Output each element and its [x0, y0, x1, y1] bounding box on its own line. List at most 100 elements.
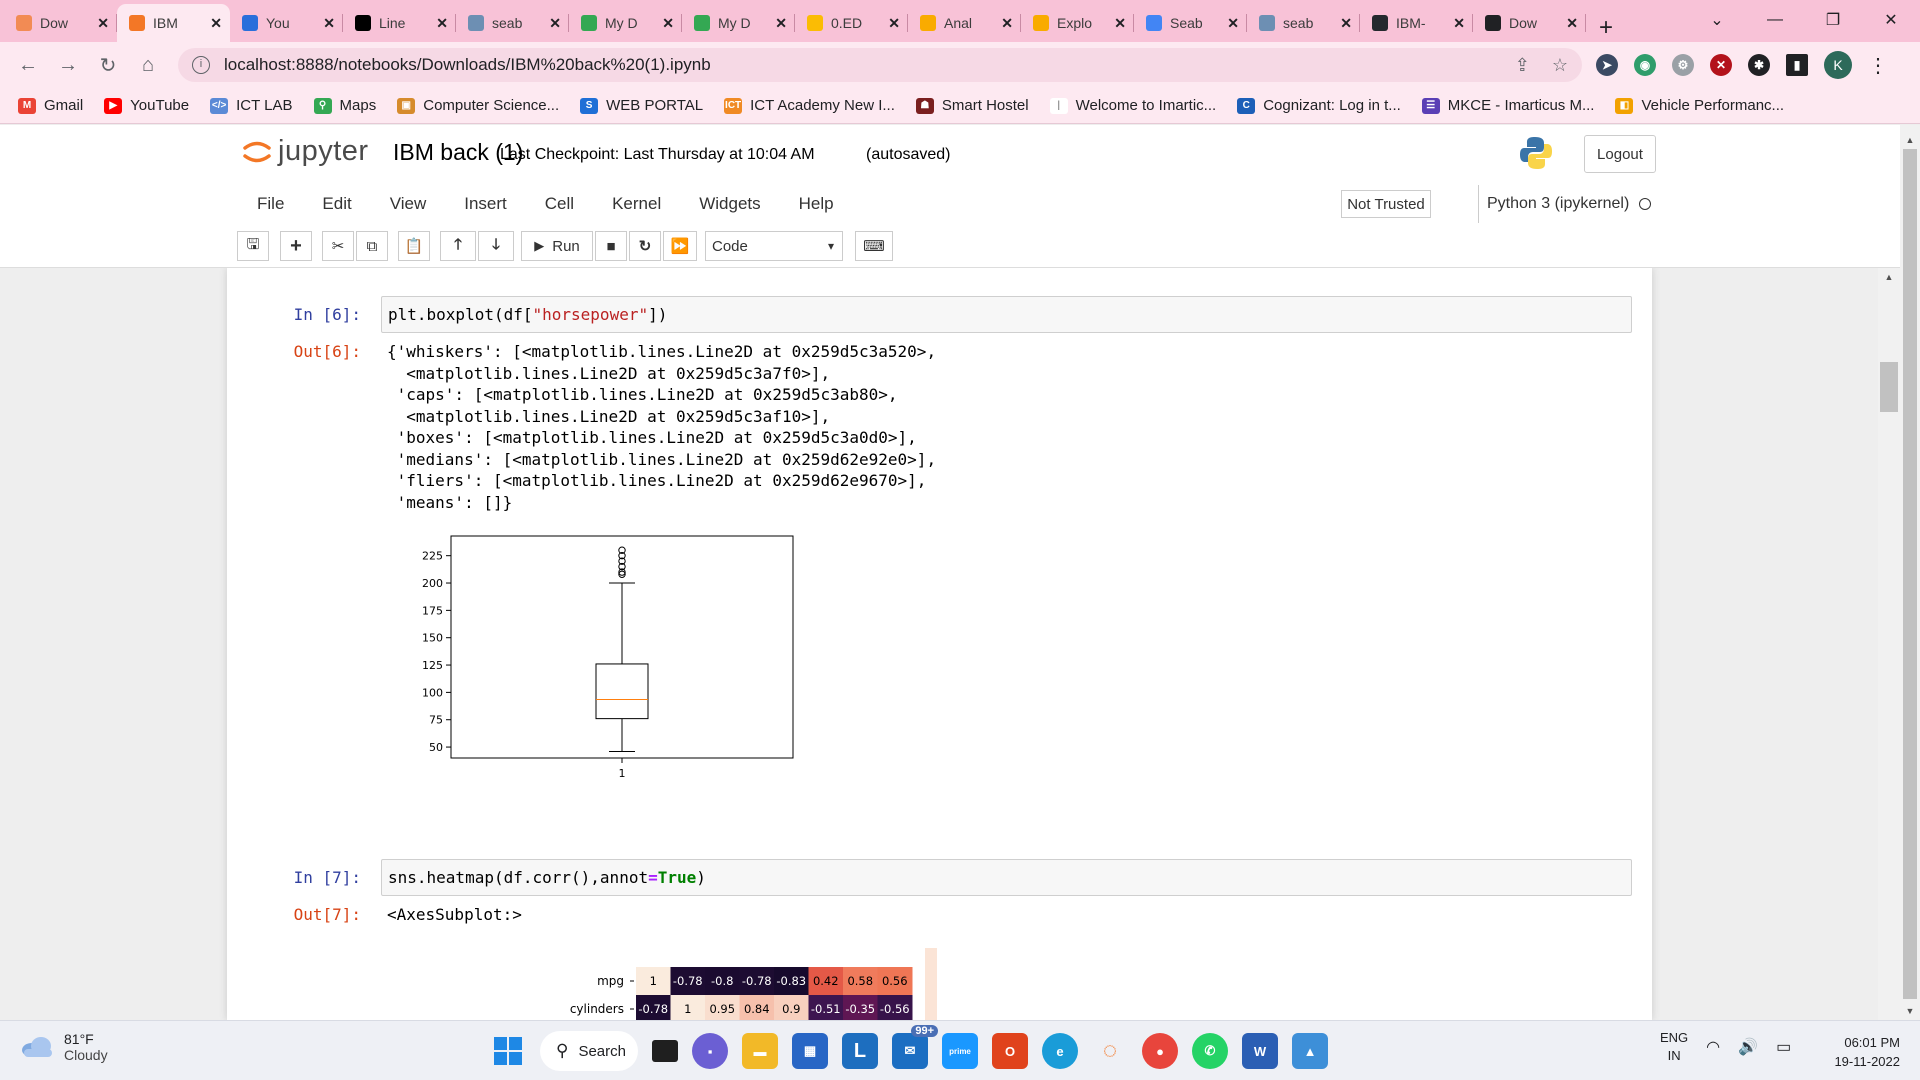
insert-cell-button[interactable]: + — [280, 231, 312, 261]
bookmark-item[interactable]: ▣ Computer Science... — [397, 97, 559, 114]
close-tab-icon[interactable]: ✕ — [662, 15, 674, 32]
url-text[interactable]: localhost:8888/notebooks/Downloads/IBM%2… — [224, 55, 1515, 75]
scroll-up-arrow-icon[interactable]: ▲ — [1878, 272, 1900, 282]
kebab-menu-icon[interactable]: ⋮ — [1868, 53, 1888, 78]
wifi-icon[interactable]: ◠ — [1706, 1037, 1720, 1057]
paste-icon[interactable]: 📋 — [398, 231, 430, 261]
interrupt-icon[interactable]: ■ — [595, 231, 627, 261]
close-tab-icon[interactable]: ✕ — [1227, 15, 1239, 32]
browser-tab[interactable]: Dow ✕ — [1473, 4, 1586, 42]
edge-icon[interactable]: e — [1042, 1033, 1078, 1069]
close-tab-icon[interactable]: ✕ — [775, 15, 787, 32]
logout-button[interactable]: Logout — [1584, 135, 1656, 173]
cell-type-select[interactable]: Code ▾ — [705, 231, 843, 261]
new-tab-button[interactable]: + — [1586, 14, 1626, 42]
bookmark-item[interactable]: ⚲ Maps — [313, 97, 376, 114]
restore-button[interactable]: ❐ — [1804, 10, 1862, 30]
close-tab-icon[interactable]: ✕ — [1566, 15, 1578, 32]
browser-tab[interactable]: seab ✕ — [1247, 4, 1360, 42]
profile-avatar[interactable]: K — [1824, 51, 1852, 79]
bookmark-star-icon[interactable]: ☆ — [1552, 55, 1568, 76]
mail-icon[interactable]: ✉ 99+ — [892, 1025, 938, 1069]
bookmark-item[interactable]: ☗ Smart Hostel — [915, 97, 1029, 114]
browser-tab[interactable]: My D ✕ — [569, 4, 682, 42]
menu-view[interactable]: View — [371, 194, 446, 214]
move-down-icon[interactable]: 🡓 — [478, 231, 514, 261]
tab-search-chevron-icon[interactable]: ⌄ — [1688, 10, 1746, 30]
menu-help[interactable]: Help — [780, 194, 853, 214]
language-indicator[interactable]: ENG IN — [1660, 1029, 1688, 1065]
bookmark-item[interactable]: M Gmail — [18, 97, 83, 114]
minimize-button[interactable]: — — [1746, 11, 1804, 29]
page-scrollbar[interactable]: ▲ ▼ — [1900, 125, 1920, 1020]
close-tab-icon[interactable]: ✕ — [323, 15, 335, 32]
microsoft-store-icon[interactable]: ▦ — [792, 1033, 828, 1069]
menu-edit[interactable]: Edit — [303, 194, 370, 214]
code-cell-input[interactable]: sns.heatmap(df.corr(),annot=True) — [381, 859, 1632, 896]
browser-tab[interactable]: Dow ✕ — [4, 4, 117, 42]
l-app-icon[interactable]: L — [842, 1033, 878, 1069]
page-scroll-down-icon[interactable]: ▼ — [1900, 1006, 1920, 1016]
back-button[interactable]: ← — [8, 54, 48, 77]
photos-icon[interactable]: ▲ — [1292, 1033, 1328, 1069]
puzzle-extension-icon[interactable]: ✱ — [1748, 54, 1770, 76]
restart-icon[interactable]: ↻ — [629, 231, 661, 261]
home-button[interactable]: ⌂ — [128, 54, 168, 77]
kernel-indicator[interactable]: Python 3 (ipykernel) — [1478, 185, 1652, 223]
jupyter-app-icon[interactable]: ◌ — [1092, 1033, 1128, 1069]
close-tab-icon[interactable]: ✕ — [1114, 15, 1126, 32]
page-scroll-thumb[interactable] — [1903, 149, 1917, 999]
run-button[interactable]: ▶ Run — [521, 231, 593, 261]
close-tab-icon[interactable]: ✕ — [436, 15, 448, 32]
code-cell-input[interactable]: plt.boxplot(df["horsepower"]) — [381, 296, 1632, 333]
chrome-icon[interactable]: ● — [1142, 1033, 1178, 1069]
bookmark-item[interactable]: ◧ Vehicle Performanc... — [1615, 97, 1784, 114]
browser-tab[interactable]: Anal ✕ — [908, 4, 1021, 42]
weather-widget[interactable]: 81°F Cloudy — [20, 1031, 108, 1063]
prime-video-icon[interactable]: prime — [942, 1033, 978, 1069]
close-tab-icon[interactable]: ✕ — [888, 15, 900, 32]
page-scroll-up-icon[interactable]: ▲ — [1900, 135, 1920, 145]
browser-tab[interactable]: IBM ✕ — [117, 4, 230, 42]
teams-chat-icon[interactable]: ▪ — [692, 1033, 728, 1069]
notebook-scroll-thumb[interactable] — [1880, 362, 1898, 412]
start-windows-icon[interactable] — [490, 1033, 526, 1069]
volume-icon[interactable]: 🔊 — [1738, 1037, 1758, 1057]
browser-tab[interactable]: Explo ✕ — [1021, 4, 1134, 42]
close-window-button[interactable]: ✕ — [1862, 10, 1920, 30]
browser-tab[interactable]: Seab ✕ — [1134, 4, 1247, 42]
browser-tab[interactable]: seab ✕ — [456, 4, 569, 42]
sidepanel-icon[interactable]: ▮ — [1786, 54, 1808, 76]
file-explorer-icon[interactable]: ▬ — [742, 1033, 778, 1069]
close-tab-icon[interactable]: ✕ — [1001, 15, 1013, 32]
menu-file[interactable]: File — [238, 194, 303, 214]
reload-button[interactable]: ↻ — [88, 53, 128, 78]
save-icon[interactable]: 🖫 — [237, 231, 269, 261]
menu-widgets[interactable]: Widgets — [680, 194, 779, 214]
cycle-extension-icon[interactable]: ⚙ — [1672, 54, 1694, 76]
browser-tab[interactable]: My D ✕ — [682, 4, 795, 42]
bookmark-item[interactable]: ICT ICT Academy New I... — [724, 97, 895, 114]
close-tab-icon[interactable]: ✕ — [97, 15, 109, 32]
copy-icon[interactable]: ⧉ — [356, 231, 388, 261]
clock[interactable]: 06:01 PM 19-11-2022 — [1818, 1033, 1900, 1071]
recorder-extension-icon[interactable]: ◉ — [1634, 54, 1656, 76]
cut-icon[interactable]: ✂ — [322, 231, 354, 261]
bookmark-item[interactable]: C Cognizant: Log in t... — [1237, 97, 1401, 114]
cursor-extension-icon[interactable]: ➤ — [1596, 54, 1618, 76]
close-tab-icon[interactable]: ✕ — [1340, 15, 1352, 32]
x-extension-icon[interactable]: ✕ — [1710, 54, 1732, 76]
address-bar[interactable]: i localhost:8888/notebooks/Downloads/IBM… — [178, 48, 1582, 82]
taskbar-search[interactable]: ⚲ Search — [540, 1031, 638, 1071]
browser-tab[interactable]: 0.ED ✕ — [795, 4, 908, 42]
task-view-icon[interactable] — [652, 1040, 678, 1062]
move-up-icon[interactable]: 🡑 — [440, 231, 476, 261]
bookmark-item[interactable]: ▶ YouTube — [104, 97, 189, 114]
menu-insert[interactable]: Insert — [445, 194, 526, 214]
bookmark-item[interactable]: S WEB PORTAL — [580, 97, 703, 114]
keyboard-shortcuts-icon[interactable]: ⌨ — [855, 231, 893, 261]
restart-run-all-icon[interactable]: ⏩ — [663, 231, 697, 261]
menu-kernel[interactable]: Kernel — [593, 194, 680, 214]
jupyter-logo[interactable]: jupyter — [242, 135, 369, 168]
close-tab-icon[interactable]: ✕ — [1453, 15, 1465, 32]
